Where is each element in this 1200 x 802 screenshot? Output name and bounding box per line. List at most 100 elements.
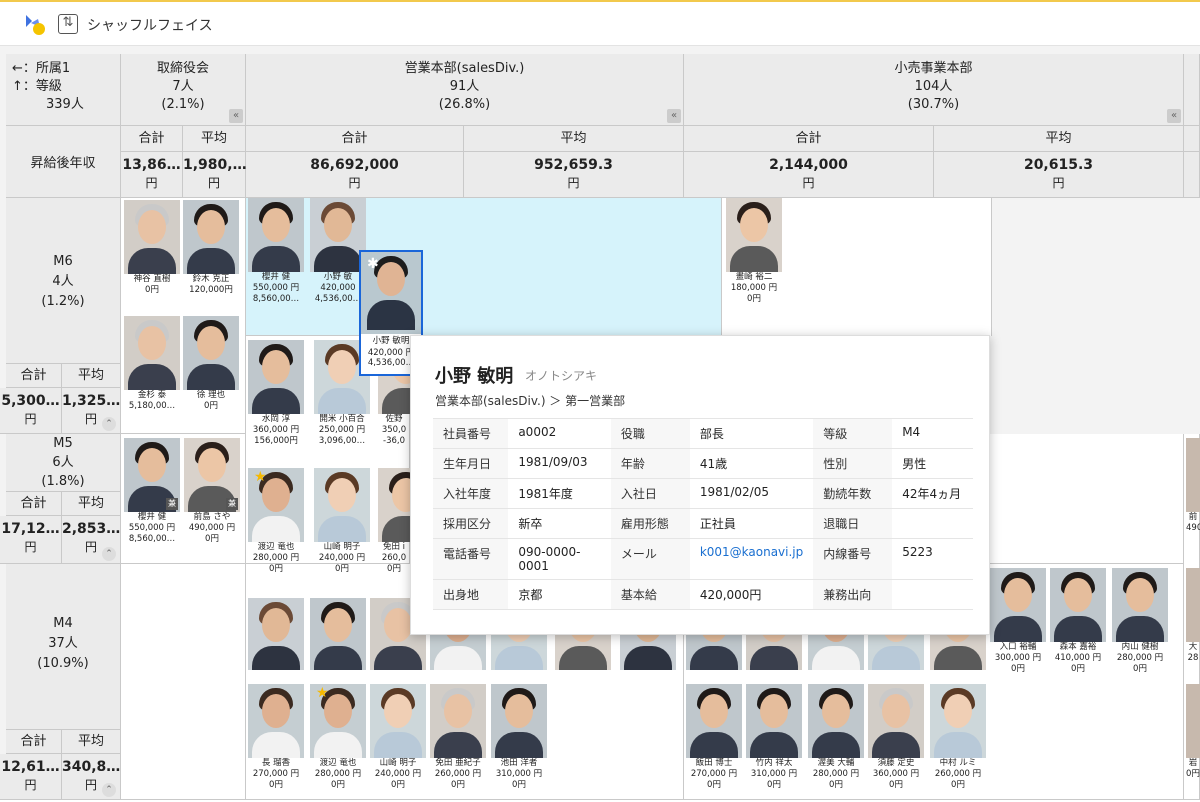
- employee-photo: [248, 198, 304, 272]
- employee-card[interactable]: 免田 i 260,0 0円: [378, 468, 410, 586]
- employee-card[interactable]: 免田 亜紀子 260,000 円 0円: [430, 684, 486, 802]
- employee-card[interactable]: 中村 ルミ 260,000 円 0円: [930, 684, 986, 802]
- popup-field-label: 出身地: [433, 579, 509, 610]
- collapse-column-icon[interactable]: «: [1167, 109, 1181, 123]
- employee-card[interactable]: 飯田 博士 270,000 円 0円: [686, 684, 742, 802]
- employee-card[interactable]: 池田 洋者 310,000 円 0円: [491, 684, 547, 802]
- employee-salary: 300,000 円: [994, 653, 1042, 663]
- popup-field-value: 090-0000-0001: [508, 538, 611, 580]
- popup-field-label: 勤続年数: [813, 478, 893, 509]
- employee-card[interactable]: 岩 0円: [1186, 684, 1200, 802]
- employee-name: 内山 健樹: [1121, 642, 1159, 652]
- cell-m4-board: [121, 564, 246, 800]
- employee-card[interactable]: 渥美 大輔 280,000 円 0円: [808, 684, 864, 802]
- employee-salary: 280,000 円: [314, 769, 362, 779]
- grid-corner: ←：所属1 ↑：等級 339人: [6, 54, 121, 126]
- employee-salary: 280,000 円: [252, 553, 300, 563]
- employee-photo: ✱: [361, 252, 421, 334]
- shuffle-icon[interactable]: ⇅: [58, 14, 78, 34]
- employee-card[interactable]: 徐 理也 0円: [183, 316, 239, 434]
- popup-field-value: 男性: [892, 448, 973, 479]
- employee-salary: 250,000 円: [318, 425, 366, 435]
- app-logo-icon[interactable]: [20, 11, 48, 39]
- popup-field-label: 年齢: [610, 448, 690, 479]
- popup-field-label: 内線番号: [813, 538, 893, 580]
- employee-name: 須藤 定史: [877, 758, 915, 768]
- employee-photo[interactable]: [310, 598, 366, 670]
- employee-card[interactable]: 鈴木 克正 120,000円: [183, 200, 239, 318]
- popup-field-label: 社員番号: [433, 418, 509, 449]
- employee-card[interactable]: ★ 渡辺 竜也 280,000 円 0円: [248, 468, 304, 586]
- expand-row-icon[interactable]: ⌃: [102, 417, 116, 431]
- popup-field-value: [892, 508, 973, 539]
- favorite-star-icon: ★: [254, 469, 267, 485]
- employee-photo: [1112, 568, 1168, 642]
- employee-card[interactable]: 長 瑠香 270,000 円 0円: [248, 684, 304, 802]
- employee-photo[interactable]: [248, 598, 304, 670]
- col-pct: (26.8%): [438, 97, 491, 112]
- employee-card[interactable]: 森本 嘉裕 410,000 円 0円: [1050, 568, 1106, 686]
- sales-sum-label: 合計: [246, 126, 464, 152]
- retail-sum-label: 合計: [684, 126, 934, 152]
- expand-row-icon[interactable]: ⌃: [102, 547, 116, 561]
- employee-card[interactable]: 内山 健樹 280,000 円 0円: [1112, 568, 1168, 686]
- employee-card[interactable]: 櫻井 健 550,000 円 8,560,00…: [248, 198, 304, 316]
- employee-name: 免田 i: [382, 542, 406, 552]
- col-header-sales[interactable]: 営業本部(salesDiv.) 91人 (26.8%) «: [246, 54, 684, 126]
- popup-field-label: メール: [610, 538, 690, 580]
- employee-salary: 0円: [1186, 769, 1200, 779]
- employee-card[interactable]: 神谷 直樹 0円: [124, 200, 180, 318]
- retail-sum-value: 2,144,000 円: [684, 152, 934, 198]
- employee-card[interactable]: 畫崎 裕二 180,000 円 0円: [726, 198, 782, 316]
- col-header-board[interactable]: 取締役会 7人 (2.1%) «: [121, 54, 246, 126]
- employee-name: 中村 ルミ: [939, 758, 977, 768]
- popup-name: 小野 敏明: [435, 366, 514, 387]
- row-header-m5[interactable]: M5 6人 (1.8%): [6, 434, 121, 492]
- employee-annual: 8,560,00…: [252, 294, 300, 304]
- col-header-retail[interactable]: 小売事業本部 104人 (30.7%) «: [684, 54, 1184, 126]
- col-name: 小売事業本部: [894, 61, 973, 76]
- employee-card[interactable]: 前 490: [1186, 438, 1200, 556]
- employee-photo: ★: [310, 684, 366, 758]
- employee-card[interactable]: 山崎 明子 240,000 円 0円: [314, 468, 370, 586]
- employee-photo: [990, 568, 1046, 642]
- employee-card[interactable]: 水岡 淳 360,000 円 156,000円: [248, 340, 304, 458]
- collapse-column-icon[interactable]: «: [667, 109, 681, 123]
- employee-card[interactable]: 大 28: [1186, 568, 1200, 686]
- employee-salary: 410,000 円: [1054, 653, 1102, 663]
- employee-card[interactable]: 兼櫻井 健 550,000 円 8,560,00…: [124, 438, 180, 556]
- employee-annual: 0円: [387, 564, 401, 574]
- employee-annual: 0円: [767, 780, 781, 790]
- employee-card[interactable]: 山崎 明子 240,000 円 0円: [370, 684, 426, 802]
- popup-field-value: 正社員: [689, 508, 814, 539]
- row-header-m6[interactable]: M6 4人 (1.2%): [6, 198, 121, 364]
- employee-name: 飯田 博士: [695, 758, 733, 768]
- expand-row-icon[interactable]: ⌃: [102, 783, 116, 797]
- m4-sum-label: 合計: [6, 730, 62, 754]
- employee-card[interactable]: 兼前島 さや 490,000 円 0円: [184, 438, 240, 556]
- employee-annual: 5,180,00…: [128, 401, 176, 411]
- employee-photo: ★: [248, 468, 304, 542]
- popup-field-value: M4: [892, 418, 973, 449]
- employee-card[interactable]: 入口 裕輔 300,000 円 0円: [990, 568, 1046, 686]
- popup-field-value: 1981年度: [508, 478, 611, 509]
- concurrent-badge-icon: 兼: [226, 498, 238, 510]
- m5-avg-label: 平均: [62, 492, 121, 516]
- employee-annual: 8,560,00…: [128, 534, 176, 544]
- popup-field-value: 1981/09/03: [508, 448, 611, 479]
- employee-card[interactable]: 竹内 祥太 310,000 円 0円: [746, 684, 802, 802]
- employee-salary: 28: [1187, 653, 1199, 663]
- popup-field-label: 等級: [813, 418, 893, 449]
- row-header-m4[interactable]: M4 37人 (10.9%): [6, 564, 121, 730]
- popup-field-value[interactable]: k001@kaonavi.jp: [689, 538, 814, 580]
- collapse-column-icon[interactable]: «: [229, 109, 243, 123]
- employee-photo: [310, 198, 366, 272]
- employee-card[interactable]: 須藤 定史 360,000 円 0円: [868, 684, 924, 802]
- employee-card[interactable]: 小野 敏 420,000 4,536,00…: [310, 198, 366, 316]
- popup-row: 採用区分 新卒 雇用形態 正社員 退職日: [433, 508, 973, 539]
- employee-card[interactable]: ★ 渡辺 竜也 280,000 円 0円: [310, 684, 366, 802]
- employee-name: 前島 さや: [193, 512, 231, 522]
- employee-name: 金杉 泰: [137, 390, 167, 400]
- employee-salary: 550,000 円: [252, 283, 300, 293]
- employee-card[interactable]: 金杉 泰 5,180,00…: [124, 316, 180, 434]
